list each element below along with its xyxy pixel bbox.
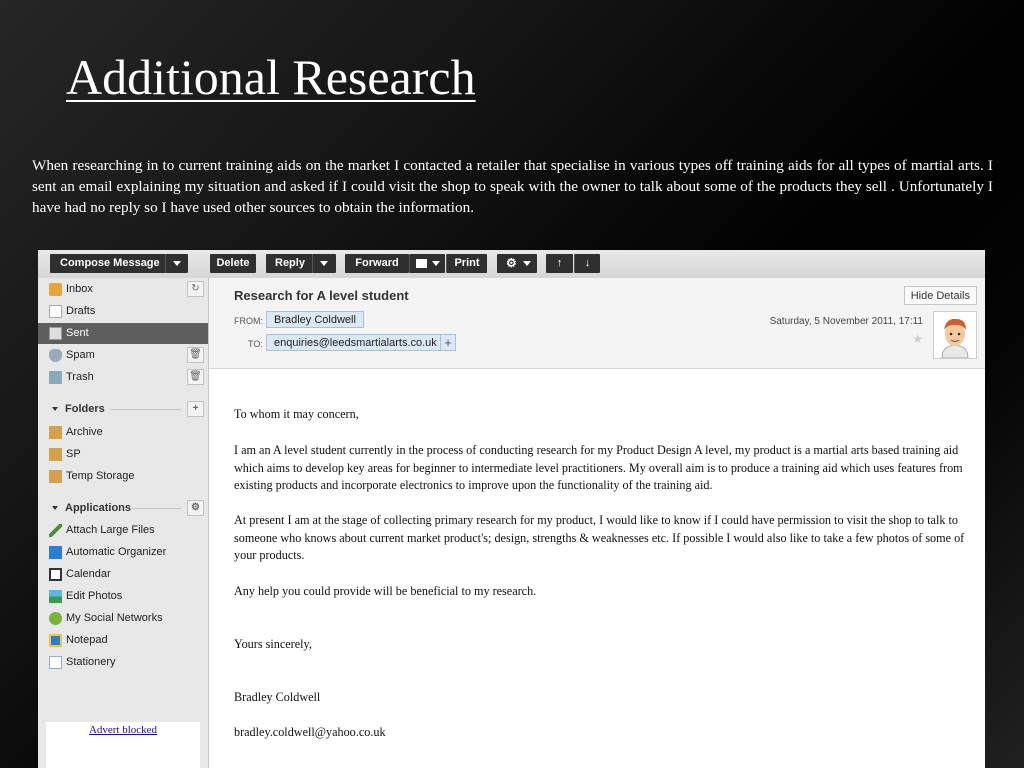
- sidebar-item-label: Edit Photos: [66, 590, 123, 602]
- message-header: Research for A level student Hide Detail…: [209, 278, 985, 369]
- sidebar-item-label: Attach Large Files: [66, 524, 155, 536]
- sidebar-item-label: Temp Storage: [66, 470, 135, 482]
- sidebar-item-temp-storage[interactable]: Temp Storage: [38, 466, 208, 487]
- empty-trash-icon[interactable]: 🗑: [187, 369, 204, 385]
- forward-button[interactable]: Forward: [345, 254, 409, 273]
- sidebar-item-attach-large-files[interactable]: Attach Large Files: [38, 520, 208, 541]
- sidebar-item-automatic-organizer[interactable]: Automatic Organizer: [38, 542, 208, 563]
- spam-icon: [49, 349, 62, 362]
- sidebar-item-label: Notepad: [66, 634, 108, 646]
- add-folder-icon[interactable]: +: [187, 401, 204, 417]
- settings-menu-button[interactable]: ⚙: [497, 254, 537, 273]
- empty-spam-icon[interactable]: 🗑: [187, 347, 204, 363]
- gear-icon: ⚙: [506, 256, 517, 270]
- sidebar-item-label: My Social Networks: [66, 612, 163, 624]
- from-chip[interactable]: Bradley Coldwell: [266, 311, 364, 328]
- message-paragraph: At present I am at the stage of collecti…: [234, 513, 965, 563]
- archive-box-icon: [416, 259, 427, 268]
- sidebar-item-label: Inbox: [66, 283, 93, 295]
- delete-button[interactable]: Delete: [210, 254, 256, 273]
- organizer-icon: [49, 546, 62, 559]
- message-date: Saturday, 5 November 2011, 17:11: [769, 316, 923, 327]
- chevron-down-icon: [52, 506, 58, 510]
- move-menu-button[interactable]: [409, 254, 445, 273]
- sent-icon: [49, 327, 62, 340]
- sidebar-item-notepad[interactable]: Notepad: [38, 630, 208, 651]
- sidebar-item-label: Drafts: [66, 305, 96, 317]
- drafts-icon: [49, 305, 62, 318]
- print-button[interactable]: Print: [446, 254, 487, 273]
- message-body: To whom it may concern, I am an A level …: [209, 369, 985, 768]
- sidebar-item-label: Sent: [66, 327, 89, 339]
- sidebar-item-sp[interactable]: SP: [38, 444, 208, 465]
- message-signature-name: Bradley Coldwell: [234, 690, 321, 704]
- message-greeting: To whom it may concern,: [234, 407, 359, 421]
- folder-icon: [49, 448, 62, 461]
- message-closing: Yours sincerely,: [234, 637, 312, 651]
- sidebar-item-edit-photos[interactable]: Edit Photos: [38, 586, 208, 607]
- advert-box: Advert blocked: [46, 722, 200, 768]
- sidebar-item-label: Archive: [66, 426, 103, 438]
- calendar-icon: [49, 568, 62, 581]
- stationery-icon: [49, 656, 62, 669]
- sidebar-item-label: Stationery: [66, 656, 116, 668]
- to-chip[interactable]: enquiries@leedsmartialarts.co.uk: [266, 334, 445, 351]
- gear-icon[interactable]: ⚙: [187, 500, 204, 516]
- folder-icon: [49, 426, 62, 439]
- sidebar-item-spam[interactable]: Spam 🗑: [38, 345, 208, 366]
- sidebar-item-calendar[interactable]: Calendar: [38, 564, 208, 585]
- message-signature-email: bradley.coldwell@yahoo.co.uk: [234, 725, 386, 739]
- sidebar-item-label: Spam: [66, 349, 95, 361]
- sidebar-item-drafts[interactable]: Drafts: [38, 301, 208, 322]
- folder-icon: [49, 470, 62, 483]
- sidebar-item-label: SP: [66, 448, 81, 460]
- sidebar-item-inbox[interactable]: Inbox ↻: [38, 279, 208, 300]
- hide-details-button[interactable]: Hide Details: [903, 286, 977, 305]
- arrow-up-icon: ↑: [556, 257, 563, 269]
- sidebar-item-sent[interactable]: Sent: [38, 323, 208, 344]
- arrow-down-icon: ↓: [584, 257, 591, 269]
- chevron-down-icon: [523, 254, 531, 273]
- toolbar: Compose Message Delete Reply Forward Pri…: [38, 250, 985, 279]
- compose-label: Compose Message: [60, 257, 160, 269]
- sidebar-item-archive[interactable]: Archive: [38, 422, 208, 443]
- sidebar-item-trash[interactable]: Trash 🗑: [38, 367, 208, 388]
- star-icon[interactable]: ★: [912, 332, 923, 346]
- trash-icon: [49, 371, 62, 384]
- message-paragraph: Any help you could provide will be benef…: [234, 584, 537, 598]
- sidebar-item-label: Calendar: [66, 568, 111, 580]
- email-client-screenshot: Compose Message Delete Reply Forward Pri…: [38, 250, 985, 768]
- refresh-icon[interactable]: ↻: [187, 281, 204, 297]
- chevron-down-icon: [432, 254, 440, 273]
- slide-body-text: When researching in to current training …: [32, 157, 993, 216]
- sidebar-item-stationery[interactable]: Stationery: [38, 652, 208, 673]
- sidebar-item-label: Automatic Organizer: [66, 546, 167, 558]
- inbox-icon: [49, 283, 62, 296]
- chevron-down-icon[interactable]: [173, 254, 181, 273]
- chevron-down-icon[interactable]: [320, 254, 328, 273]
- reply-button[interactable]: Reply: [266, 254, 336, 273]
- notepad-icon: [49, 634, 62, 647]
- from-label: FROM:: [234, 316, 263, 326]
- reply-label: Reply: [275, 257, 305, 269]
- chevron-down-icon: [52, 407, 58, 411]
- applications-header[interactable]: Applications ⚙: [38, 498, 208, 518]
- attach-icon: [49, 524, 62, 537]
- social-icon: [49, 612, 62, 625]
- sidebar: Inbox ↻ Drafts Sent Spam 🗑 Trash 🗑 Folde…: [38, 278, 209, 768]
- add-recipient-icon[interactable]: +: [440, 334, 456, 351]
- sidebar-item-my-social-networks[interactable]: My Social Networks: [38, 608, 208, 629]
- previous-message-button[interactable]: ↑: [546, 254, 573, 273]
- sidebar-item-label: Trash: [66, 371, 94, 383]
- photos-icon: [49, 590, 62, 603]
- message-paragraph: I am an A level student currently in the…: [234, 443, 963, 493]
- avatar: [933, 311, 977, 359]
- to-label: TO:: [248, 339, 263, 349]
- next-message-button[interactable]: ↓: [574, 254, 600, 273]
- message-subject: Research for A level student: [234, 288, 409, 303]
- folders-header[interactable]: Folders +: [38, 399, 208, 419]
- advert-blocked-link[interactable]: Advert blocked: [46, 724, 200, 736]
- compose-button[interactable]: Compose Message: [50, 254, 188, 273]
- slide-title: Additional Research: [66, 49, 476, 105]
